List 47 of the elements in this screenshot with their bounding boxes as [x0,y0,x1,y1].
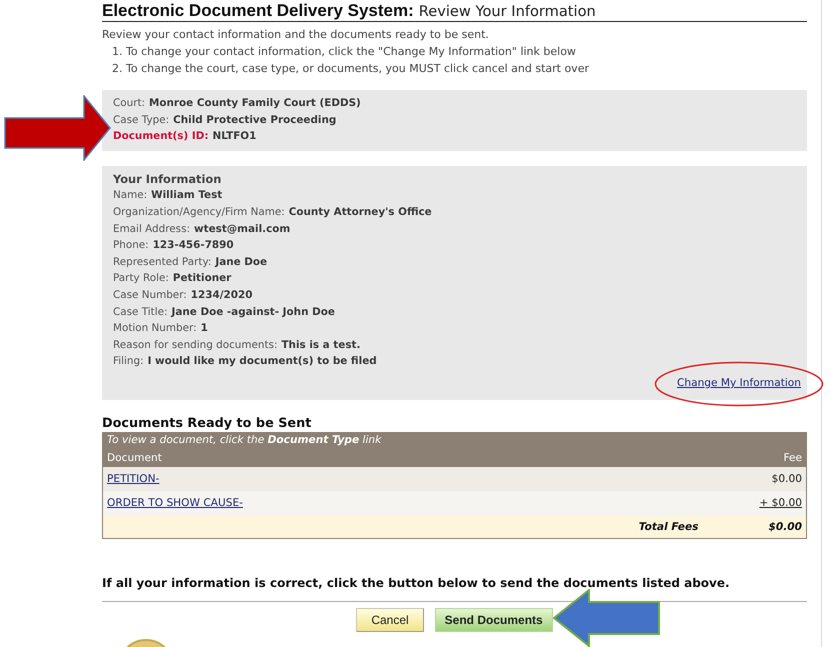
fee-cell: $0.00 [772,472,802,485]
total-label: Total Fees [638,520,698,532]
field-value: Petitioner [172,272,232,284]
send-documents-button[interactable]: Send Documents [434,608,553,632]
field-label: Party Role: [113,272,169,284]
page-subtitle: Review Your Information [418,3,596,21]
section-heading: Documents Ready to be Sent [102,416,312,432]
field-value: County Attorney's Office [288,206,432,218]
total-value: $0.00 [768,520,802,532]
field-value: 123-456-7890 [152,239,234,252]
field-value: Monroe County Family Court (EDDS) [149,97,361,109]
field-value: NLTFO1 [212,130,256,142]
intro-text: Review your contact information and the documents ready to be sent. [102,27,490,43]
field-value: 1234/2020 [190,288,252,301]
field-label: Case Title: [113,306,168,318]
document-link[interactable]: ORDER TO SHOW CAUSE- [107,497,243,510]
field-value: wtest@mail.com [194,222,290,235]
field-value: Jane Doe -against- John Doe [172,306,335,318]
field-label: Case Type: [113,114,170,126]
field-label: Name: [113,189,148,202]
field-label: Document(s) ID: [113,130,209,142]
field-label: Court: [113,97,146,109]
page-title: Electronic Document Delivery System: [102,2,414,20]
fee-cell: + $0.00 [759,497,802,510]
field-label: Motion Number: [113,322,197,334]
instruction-step: 2. To change the court, case type, or documents, you MUST click cancel and start over [102,60,807,77]
field-label: Email Address: [113,222,190,235]
field-value: Jane Doe [215,256,268,268]
field-label: Filing: [113,355,144,368]
field-value: I would like my document(s) to be filed [148,355,377,368]
cancel-button[interactable]: Cancel [356,608,424,632]
column-header: Fee [783,450,802,466]
instruction-step: 1. To change your contact information, click the "Change My Information" link below [102,43,807,60]
field-label: Reason for sending documents: [113,338,278,351]
field-value: 1 [200,322,208,334]
document-link[interactable]: PETITION- [107,472,160,485]
field-label: Represented Party: [113,256,212,268]
field-label: Case Number: [113,288,187,301]
field-value: This is a test. [281,338,360,351]
field-label: Phone: [113,239,149,252]
field-value: Child Protective Proceeding [173,114,336,126]
table-hint: To view a document, click the Document Type link [103,432,806,448]
field-value: William Test [151,189,222,202]
section-heading: Your Information [113,170,222,188]
column-header: Document [107,450,162,466]
field-label: Organization/Agency/Firm Name: [113,206,285,218]
confirmation-text: If all your information is correct, click the button below to send the documents listed above. [102,574,731,590]
